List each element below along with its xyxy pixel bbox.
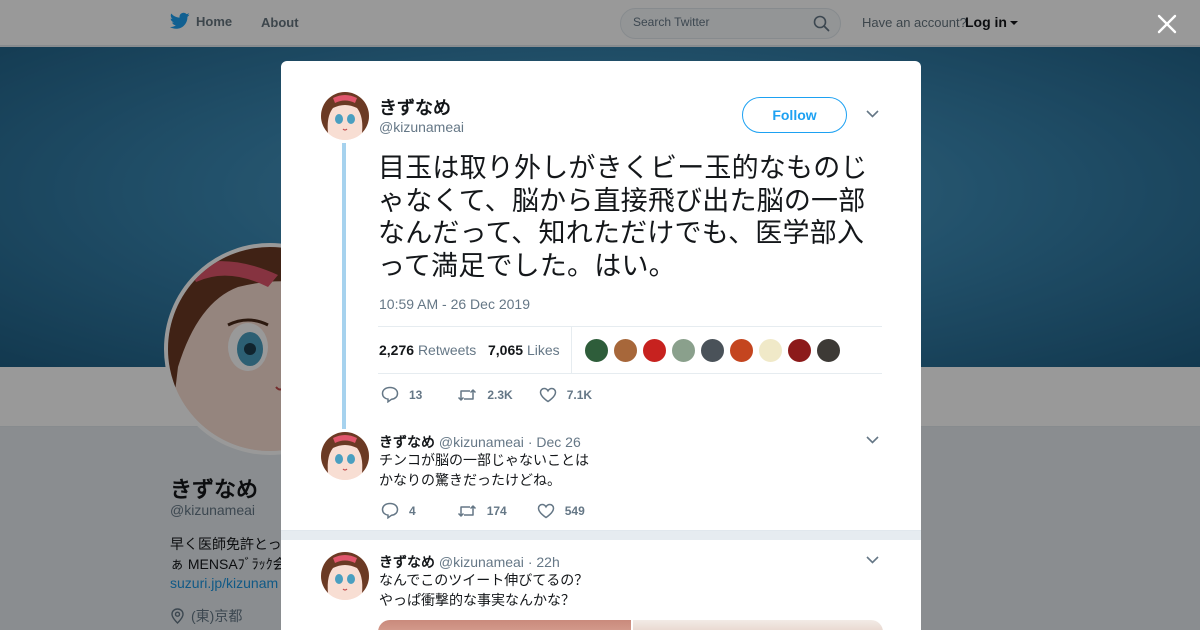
tweet-author-avatar[interactable] — [321, 92, 369, 140]
dot-separator: · — [527, 554, 533, 570]
liker-avatars — [584, 338, 845, 363]
reply-text-line: やっぱ衝撃的な事実なんかな？ — [379, 592, 575, 608]
retweet-count: 2,276 — [379, 342, 415, 358]
like-stat-label: Likes — [526, 342, 560, 358]
heart-icon — [539, 387, 556, 402]
tweet-actions: 13 2.3K 7.1K — [381, 386, 618, 403]
chevron-down-icon[interactable] — [865, 109, 880, 119]
liker-avatar[interactable] — [729, 338, 754, 363]
reply-author-handle[interactable]: @kizunameai — [439, 554, 524, 570]
reply-text-line: かなりの驚きだったけどね。 — [379, 472, 561, 488]
heart-icon — [537, 503, 554, 518]
liker-avatar[interactable] — [758, 338, 783, 363]
stats-divider — [571, 327, 572, 373]
reply-count: 13 — [409, 387, 423, 402]
like-count: 7,065 — [488, 342, 524, 358]
reply-icon — [381, 386, 399, 403]
tweet-modal: きずなめ @kizunameai Follow 目玉は取り外しがきくビー玉的なも… — [281, 61, 921, 630]
liker-avatar[interactable] — [642, 338, 667, 363]
liker-avatar[interactable] — [787, 338, 812, 363]
reply-author-name[interactable]: きずなめ — [379, 434, 435, 450]
like-action-count: 7.1K — [566, 387, 593, 402]
tweet-author-name[interactable]: きずなめ — [379, 94, 451, 120]
follow-button[interactable]: Follow — [742, 97, 847, 133]
retweet-icon — [458, 388, 477, 401]
avatar-illustration — [321, 432, 369, 480]
retweet-button[interactable]: 2.3K — [457, 387, 513, 403]
reply-button[interactable]: 4 — [381, 502, 416, 519]
retweet-stat[interactable]: 2,276 Retweets — [379, 342, 476, 358]
liker-avatar[interactable] — [613, 338, 638, 363]
chevron-down-icon[interactable] — [865, 435, 880, 445]
tweet-timestamp[interactable]: 10:59 AM - 26 Dec 2019 — [379, 296, 530, 312]
liker-avatar[interactable] — [700, 338, 725, 363]
like-stat[interactable]: 7,065 Likes — [488, 342, 560, 358]
tweet-author-handle[interactable]: @kizunameai — [379, 119, 464, 135]
reply-separator — [281, 530, 921, 540]
liker-avatar[interactable] — [671, 338, 696, 363]
retweet-icon — [457, 504, 476, 517]
retweet-stat-label: Retweets — [417, 342, 477, 358]
tweet-stats: 2,276 Retweets 7,065 Likes — [378, 326, 882, 374]
reply-author-avatar[interactable] — [321, 432, 369, 480]
reply-author-name[interactable]: きずなめ — [379, 554, 435, 570]
reply-header: きずなめ @kizunameai · 22h — [379, 552, 560, 572]
reply-actions: 4 174 549 — [381, 502, 611, 519]
reply-time[interactable]: Dec 26 — [536, 434, 580, 450]
reply-button[interactable]: 13 — [381, 386, 422, 403]
reply-text-line: なんでこのツイート伸びてるの？ — [379, 572, 589, 588]
avatar-illustration — [321, 552, 369, 600]
reply-count: 4 — [409, 503, 416, 518]
reply-author-avatar[interactable] — [321, 552, 369, 600]
tweet-text: 目玉は取り外しがきくビー玉的なものじゃなくて、脳から直接飛び出た脳の一部なんだっ… — [378, 153, 868, 281]
reply-author-handle[interactable]: @kizunameai — [439, 434, 524, 450]
reply-text-line: チンコが脳の一部じゃないことは — [379, 452, 589, 468]
retweet-action-count: 2.3K — [487, 387, 513, 402]
reply-media-image[interactable] — [378, 620, 631, 630]
like-button[interactable]: 7.1K — [539, 387, 592, 403]
liker-avatar[interactable] — [816, 338, 841, 363]
like-button[interactable]: 549 — [537, 503, 585, 519]
reply-time[interactable]: 22h — [536, 554, 559, 570]
liker-avatar[interactable] — [584, 338, 609, 363]
close-icon[interactable] — [1155, 12, 1179, 36]
reply-icon — [381, 502, 399, 519]
retweet-action-count: 174 — [486, 503, 507, 518]
dot-separator: · — [527, 434, 533, 450]
retweet-button[interactable]: 174 — [457, 503, 507, 519]
reply-media-image[interactable] — [633, 620, 883, 630]
thread-line — [342, 143, 346, 429]
avatar-illustration — [321, 92, 369, 140]
chevron-down-icon[interactable] — [865, 555, 880, 565]
like-action-count: 549 — [564, 503, 585, 518]
reply-header: きずなめ @kizunameai · Dec 26 — [379, 432, 581, 452]
